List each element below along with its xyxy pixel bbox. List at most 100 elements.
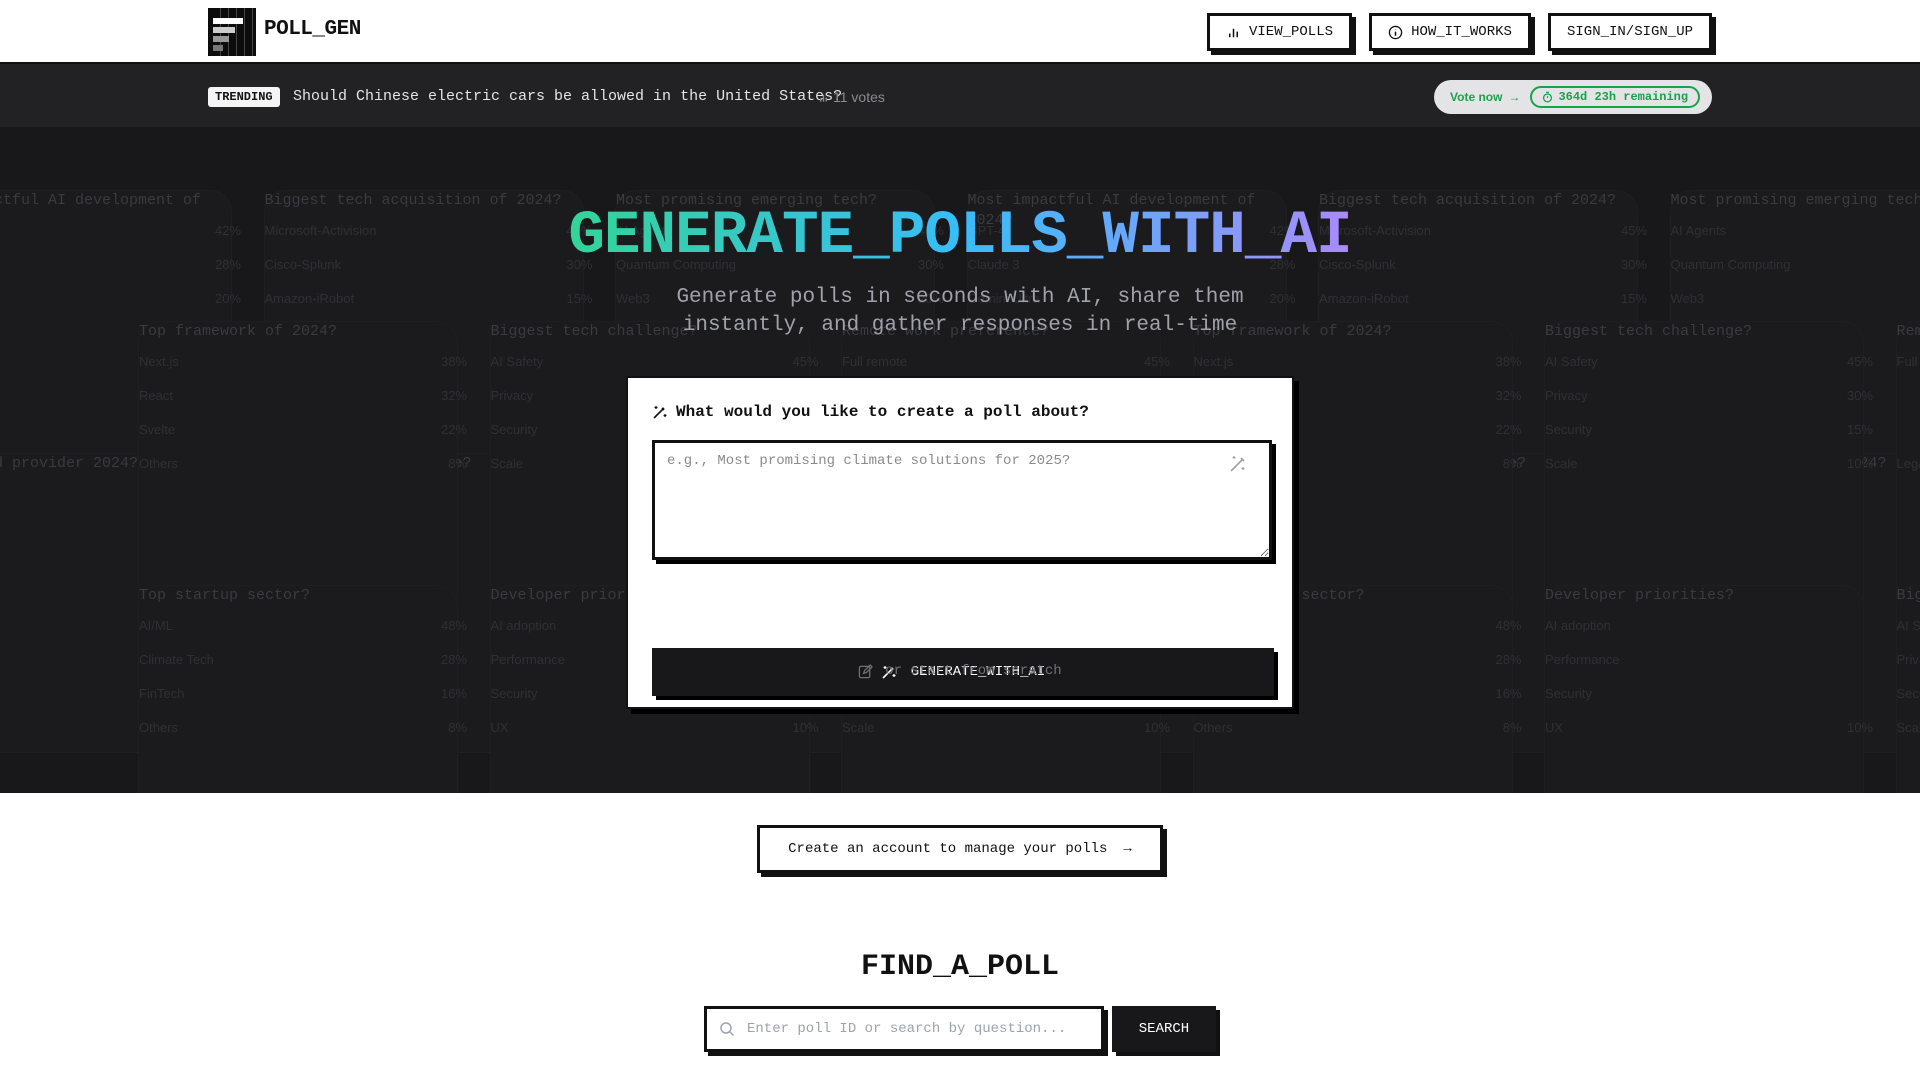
background-poll-option: AI Safety (1896, 618, 1920, 633)
time-remaining-badge: 364d 23h remaining (1530, 86, 1701, 108)
bar-chart-icon (1228, 28, 1238, 37)
background-poll-option: Security (1545, 686, 1592, 701)
poll-topic-input[interactable] (652, 440, 1272, 560)
how-it-works-label: HOW_IT_WORKS (1411, 24, 1512, 40)
background-poll-option: AI Safety (1545, 354, 1598, 369)
background-poll-percent: 45% (1143, 354, 1170, 369)
prompt-label: What would you like to create a poll abo… (652, 403, 1089, 421)
background-poll-option: Climate Tech (139, 652, 214, 667)
background-poll-percent: 32% (1495, 388, 1522, 403)
background-poll-option: Scale (1545, 456, 1578, 471)
background-poll-option: Security (1545, 422, 1592, 437)
background-poll-percent: 10% (792, 720, 819, 735)
background-poll-option: AI Safety (490, 354, 544, 369)
scratch-label: or start from scratch (885, 663, 1062, 679)
background-poll-option: Privacy (1896, 652, 1920, 667)
background-poll-percent: 32% (440, 388, 467, 403)
background-poll-percent: 16% (440, 686, 467, 701)
view-polls-label: VIEW_POLLS (1248, 24, 1333, 40)
background-poll-option: AI/ML (139, 618, 173, 633)
background-poll-option: Security (1896, 686, 1920, 701)
create-account-label: Create an account to manage your polls (788, 841, 1108, 857)
background-poll-option: Others (139, 720, 179, 735)
background-poll-card: Remote work preference?Full remote45%35%… (1895, 321, 1920, 621)
background-poll-option: Others (1193, 720, 1233, 735)
vote-now-button[interactable]: Vote now → 364d 23h remaining (1434, 80, 1712, 114)
hero-section: Most impactful AI development of 2024?GP… (0, 64, 1920, 793)
background-poll-option: Security (490, 686, 538, 701)
create-poll-card: What would you like to create a poll abo… (626, 376, 1294, 709)
background-poll-question: Top startup sector? (139, 587, 311, 604)
background-poll-percent: 8% (448, 456, 467, 471)
vote-now-label: Vote now (1450, 90, 1503, 104)
poll-search-input[interactable] (747, 1021, 1087, 1037)
view-polls-button[interactable]: VIEW_POLLS (1207, 13, 1352, 51)
background-poll-question: Biggest tech challenge? (1896, 587, 1920, 604)
background-poll-option: Svelte (139, 422, 176, 437)
background-poll-percent: 45% (792, 354, 819, 369)
background-poll-option: UX (490, 720, 509, 735)
background-poll-option: Performance (1545, 652, 1620, 667)
background-poll-option: AI adoption (490, 618, 557, 633)
background-poll-percent: 8% (1502, 456, 1522, 471)
background-poll-percent: 48% (440, 618, 467, 633)
trending-question[interactable]: Should Chinese electric cars be allowed … (293, 88, 842, 105)
background-poll-option: Privacy (1545, 388, 1588, 403)
start-from-scratch-link[interactable]: or start from scratch (628, 663, 1292, 679)
magic-wand-icon (653, 406, 667, 419)
background-poll-question: Developer priorities? (1545, 587, 1735, 604)
background-poll-percent: 30% (1846, 388, 1873, 403)
brand-name[interactable]: POLL_GEN (264, 18, 361, 41)
how-it-works-button[interactable]: HOW_IT_WORKS (1369, 13, 1531, 51)
background-poll-percent: 22% (440, 422, 467, 437)
sign-in-button[interactable]: SIGN_IN/SIGN_UP (1548, 13, 1712, 51)
background-poll-percent: 10% (1846, 456, 1873, 471)
background-poll-option: Next.js (139, 354, 179, 369)
background-poll-card: Developer priorities? AI adoption Performa… (1544, 585, 1873, 793)
arrow-right-icon: → (1123, 841, 1132, 857)
background-poll-card: Biggest tech challenge?AI Safety45%Priva… (1544, 321, 1873, 621)
edit-icon (859, 663, 874, 678)
create-account-button[interactable]: Create an account to manage your polls → (757, 825, 1163, 873)
background-poll-option: Full remote (1896, 354, 1920, 369)
subtitle-line-1: Generate polls in seconds with AI, share… (676, 286, 1244, 309)
background-poll-percent: 10% (1846, 720, 1873, 735)
background-poll-option: Security (490, 422, 538, 437)
background-poll-option: Scale (1896, 720, 1920, 735)
background-poll-percent: 28% (1495, 652, 1522, 667)
time-remaining-text: 364d 23h remaining (1558, 90, 1689, 104)
arrow-right-icon: → (1508, 90, 1521, 104)
background-poll-card: Top startup sector? AI/ML 48% Climate Tech 2… (138, 585, 467, 793)
sign-in-label: SIGN_IN/SIGN_UP (1566, 24, 1694, 40)
background-poll-option: Full remote (842, 354, 908, 369)
background-poll-option: AI adoption (1545, 618, 1611, 633)
search-button[interactable]: SEARCH (1112, 1006, 1216, 1052)
background-poll-percent: 16% (1495, 686, 1522, 701)
background-poll-percent: 15% (1846, 422, 1873, 437)
background-poll-percent: 38% (440, 354, 467, 369)
timer-icon (1543, 91, 1553, 103)
background-poll-option: Legacy (1896, 456, 1920, 471)
hero-subtitle: Generate polls in seconds with AI, share… (0, 284, 1920, 340)
search-box (704, 1006, 1104, 1052)
top-nav: POLL_GEN VIEW_POLLS HOW_IT_WORKS SIGN_IN… (0, 0, 1920, 64)
background-poll-option: Performance (490, 652, 565, 667)
background-poll-option: Others (139, 456, 179, 471)
background-poll-percent: 38% (1495, 354, 1522, 369)
background-poll-percent: 45% (1846, 354, 1873, 369)
background-poll-percent: 8% (448, 720, 467, 735)
background-poll-percent: 22% (1495, 422, 1522, 437)
background-poll-option: FinTech (139, 686, 185, 701)
trending-bar: TRENDING Should Chinese electric cars be… (0, 64, 1920, 127)
prompt-label-text: What would you like to create a poll abo… (676, 403, 1089, 421)
bar-chart-icon (820, 94, 827, 102)
search-icon (720, 1022, 735, 1037)
background-poll-card: Top framework of 2024?Next.js38%React32%… (138, 321, 467, 621)
subtitle-line-2: instantly, and gather responses in real-… (682, 314, 1238, 337)
background-poll-option: Privacy (490, 388, 534, 403)
find-poll-title: FIND_A_POLL (860, 950, 1060, 984)
magic-wand-icon[interactable] (1228, 454, 1248, 474)
logo-icon[interactable] (208, 8, 256, 56)
info-icon (1388, 25, 1403, 39)
background-poll-percent: 8% (1502, 720, 1522, 735)
